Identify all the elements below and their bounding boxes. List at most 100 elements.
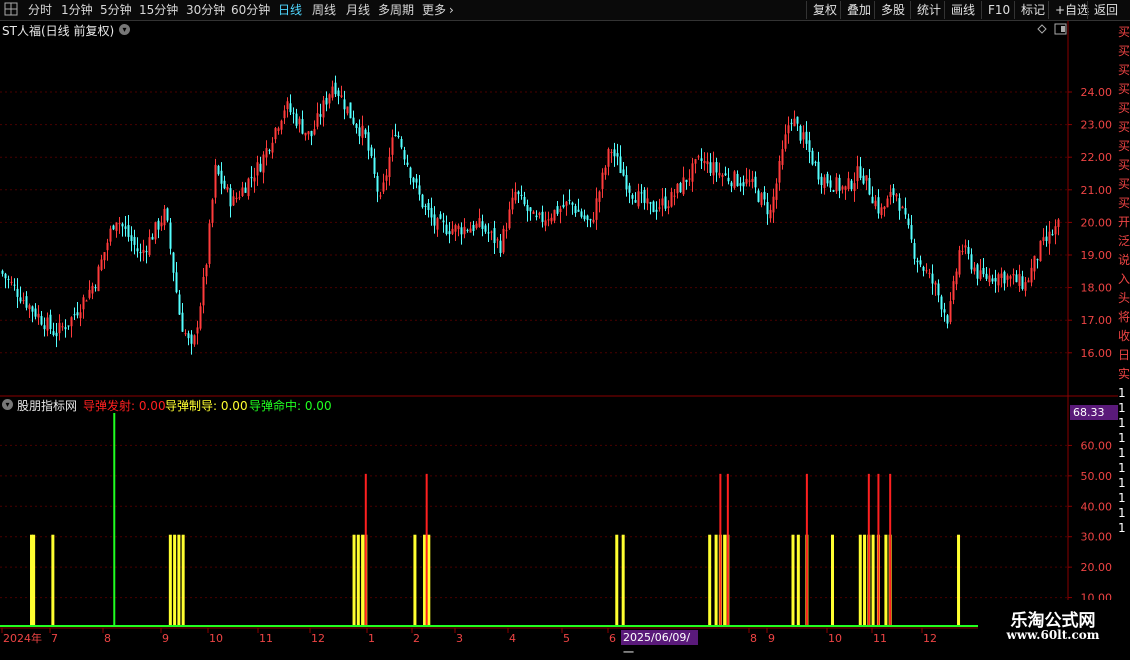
candle-body	[982, 267, 985, 275]
candle-body	[892, 188, 895, 196]
candle-body	[142, 249, 145, 253]
candle-body	[520, 194, 523, 196]
candle-body	[595, 198, 598, 220]
candle-body	[553, 209, 556, 221]
window-toggle-icon-fill	[1061, 26, 1065, 32]
candle-body	[1057, 219, 1060, 227]
candle-body	[898, 198, 901, 211]
candle-body	[412, 177, 415, 183]
candle-body	[448, 231, 451, 235]
candle-body	[589, 219, 592, 221]
candle-body	[88, 289, 91, 298]
candle-body	[442, 220, 445, 223]
candle-body	[565, 201, 568, 206]
candle-body	[826, 173, 829, 184]
candle-body	[358, 127, 361, 137]
candle-body	[187, 333, 190, 339]
candle-body	[631, 195, 634, 199]
candle-body	[268, 150, 271, 152]
candle-body	[469, 228, 472, 233]
candle-body	[964, 245, 967, 248]
indicator-bar	[867, 473, 870, 626]
indicator-bar	[726, 473, 729, 626]
candle-body	[1021, 276, 1024, 289]
candle-body	[979, 270, 982, 280]
candle-body	[199, 306, 202, 329]
candle-body	[1015, 274, 1018, 283]
x-tick-label: 11	[873, 632, 887, 645]
indicator-bar	[723, 534, 727, 626]
candle-body	[118, 223, 121, 225]
indicator-tick-label: 60.00	[1081, 439, 1113, 452]
candle-body	[664, 196, 667, 209]
right-strip-char: 买	[1118, 82, 1130, 96]
candle-body	[376, 175, 379, 192]
candle-body	[25, 296, 28, 308]
candle-body	[1027, 280, 1030, 283]
right-strip-char: 买	[1118, 44, 1130, 58]
candle-body	[328, 94, 331, 104]
candle-body	[388, 156, 391, 178]
indicator-name: 股朋指标网	[17, 399, 78, 413]
candle-body	[178, 294, 181, 315]
candle-body	[868, 177, 871, 195]
candle-body	[166, 208, 169, 221]
right-strip-char: 1	[1118, 476, 1126, 490]
right-strip-char: 日	[1118, 348, 1130, 362]
candle-body	[346, 106, 349, 114]
right-strip-char: 买	[1118, 139, 1130, 153]
candle-body	[502, 228, 505, 253]
candle-body	[292, 112, 295, 114]
candle-body	[355, 124, 358, 128]
candle-body	[1054, 226, 1057, 235]
candle-body	[724, 173, 727, 176]
candle-body	[16, 288, 19, 297]
price-tick-label: 17.00	[1081, 314, 1113, 327]
candle-body	[562, 204, 565, 208]
candle-body	[481, 221, 484, 229]
candle-body	[1, 270, 4, 274]
candle-body	[130, 235, 133, 241]
right-strip-char: 1	[1118, 401, 1126, 415]
candle-body	[256, 162, 259, 176]
candle-body	[721, 175, 724, 177]
indicator-tick-label: 20.00	[1081, 561, 1113, 574]
candle-body	[976, 264, 979, 279]
indicator-bar	[427, 534, 431, 626]
x-tick-label: 2	[413, 632, 420, 645]
indicator-chevron-down-icon[interactable]: ▾	[2, 399, 13, 410]
indicator-legend-0: 导弹发射: 0.00	[83, 399, 166, 413]
candle-body	[511, 197, 514, 210]
candle-body	[751, 178, 754, 182]
indicator-bar	[831, 534, 835, 626]
candle-body	[145, 250, 148, 253]
candle-body	[43, 325, 46, 330]
right-strip-char: 泛	[1118, 234, 1130, 248]
candle-body	[835, 177, 838, 192]
right-strip-char: 头	[1118, 291, 1130, 305]
candle-body	[70, 317, 73, 327]
candle-body	[880, 207, 883, 216]
candle-body	[331, 86, 334, 98]
candle-body	[262, 154, 265, 173]
candle-body	[196, 327, 199, 334]
candle-body	[235, 197, 238, 200]
candle-body	[433, 214, 436, 226]
candle-body	[850, 180, 853, 190]
candle-body	[811, 150, 814, 165]
x-tick-label: 7	[51, 632, 58, 645]
candle-body	[832, 190, 835, 192]
candle-body	[736, 173, 739, 187]
candle-body	[1036, 259, 1039, 261]
candle-body	[463, 226, 466, 235]
candle-body	[820, 176, 823, 186]
candle-body	[526, 205, 529, 211]
candle-body	[301, 119, 304, 134]
candle-body	[493, 228, 496, 244]
x-tick-label: 10	[828, 632, 842, 645]
chevron-down-icon[interactable]: ▾	[119, 24, 130, 35]
candle-body	[646, 198, 649, 204]
candle-body	[478, 218, 481, 228]
candle-body	[781, 149, 784, 165]
candle-body	[571, 202, 574, 205]
